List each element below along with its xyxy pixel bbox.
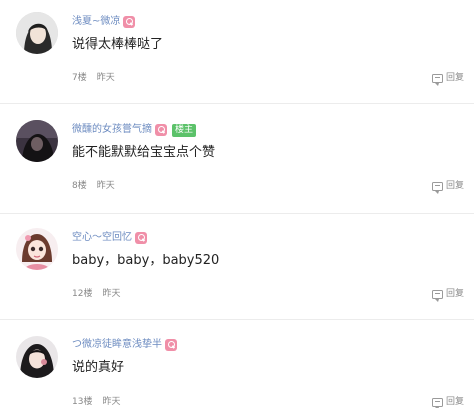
user-info: 微醺的女孩嘗气摘 楼主 bbox=[72, 122, 197, 138]
comment-time: 昨天 bbox=[102, 289, 121, 299]
floor-number: 13楼 bbox=[72, 397, 93, 407]
user-info: 空心～空回忆 bbox=[72, 230, 147, 246]
avatar-image bbox=[16, 120, 58, 162]
comment-text: 说的真好 bbox=[72, 360, 125, 375]
comment-item: 浅夏~微凉 说得太棒棒哒了 7楼 昨天 回复 bbox=[0, 0, 474, 104]
comment-time: 昨天 bbox=[102, 397, 121, 407]
vip-badge-icon bbox=[123, 16, 136, 28]
comment-time: 昨天 bbox=[96, 73, 115, 83]
reply-button[interactable]: 回复 bbox=[431, 288, 464, 302]
reply-label: 回复 bbox=[445, 73, 464, 83]
avatar-image bbox=[16, 336, 58, 378]
reply-icon bbox=[431, 289, 443, 302]
user-info: つ微凉徒眸意浅挚半 bbox=[72, 337, 177, 353]
comment-text: 能不能默默给宝宝点个赞 bbox=[72, 145, 216, 160]
comment-text: 说得太棒棒哒了 bbox=[72, 37, 164, 52]
reply-button[interactable]: 回复 bbox=[431, 72, 464, 86]
avatar[interactable] bbox=[16, 336, 58, 378]
reply-button[interactable]: 回复 bbox=[431, 180, 464, 194]
username[interactable]: 浅夏~微凉 bbox=[72, 15, 120, 29]
vip-badge-icon bbox=[135, 232, 147, 244]
reply-label: 回复 bbox=[445, 181, 464, 191]
floor-number: 7楼 bbox=[72, 73, 87, 83]
vip-badge-icon bbox=[155, 124, 167, 136]
comment-meta: 7楼 昨天 bbox=[72, 72, 115, 84]
comment-time: 昨天 bbox=[96, 181, 115, 191]
reply-label: 回复 bbox=[445, 397, 464, 407]
comment-list: 浅夏~微凉 说得太棒棒哒了 7楼 昨天 回复 微醺的女孩嘗气摘 楼主 能不能默默给… bbox=[0, 0, 474, 408]
comment-item: 微醺的女孩嘗气摘 楼主 能不能默默给宝宝点个赞 8楼 昨天 回复 bbox=[0, 104, 474, 214]
avatar[interactable] bbox=[16, 120, 58, 162]
comment-meta: 13楼 昨天 bbox=[72, 396, 120, 408]
comment-item: 空心～空回忆 baby，baby，baby520 12楼 昨天 回复 bbox=[0, 214, 474, 320]
username[interactable]: 空心～空回忆 bbox=[72, 231, 132, 245]
comment-meta: 8楼 昨天 bbox=[72, 180, 115, 192]
avatar[interactable] bbox=[16, 228, 58, 270]
avatar-image bbox=[16, 12, 58, 54]
vip-badge-icon bbox=[165, 339, 177, 351]
reply-label: 回复 bbox=[445, 289, 464, 299]
username[interactable]: つ微凉徒眸意浅挚半 bbox=[72, 338, 162, 352]
avatar[interactable] bbox=[16, 12, 58, 54]
op-badge: 楼主 bbox=[172, 123, 197, 137]
reply-icon bbox=[431, 397, 443, 408]
reply-icon bbox=[431, 181, 443, 194]
user-info: 浅夏~微凉 bbox=[72, 14, 136, 30]
floor-number: 8楼 bbox=[72, 181, 87, 191]
reply-button[interactable]: 回复 bbox=[431, 396, 464, 408]
floor-number: 12楼 bbox=[72, 289, 93, 299]
comment-item: つ微凉徒眸意浅挚半 说的真好 13楼 昨天 回复 bbox=[0, 320, 474, 408]
comment-text: baby，baby，baby520 bbox=[72, 253, 220, 268]
avatar-image bbox=[16, 228, 58, 270]
reply-icon bbox=[431, 73, 443, 86]
comment-meta: 12楼 昨天 bbox=[72, 288, 120, 300]
username[interactable]: 微醺的女孩嘗气摘 bbox=[72, 123, 152, 137]
